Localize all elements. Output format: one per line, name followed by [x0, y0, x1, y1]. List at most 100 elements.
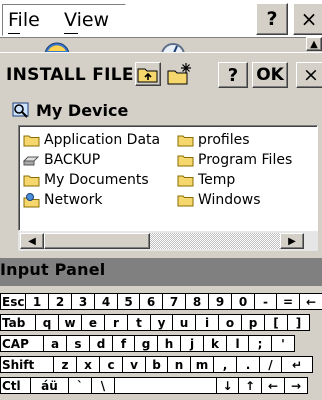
- key-tab[interactable]: Tab: [0, 314, 36, 331]
- key-cap[interactable]: CAP: [0, 335, 44, 352]
- key-j[interactable]: j: [180, 335, 204, 352]
- list-item[interactable]: Application Data: [23, 130, 160, 150]
- location-label: My Device: [36, 100, 129, 120]
- dialog-close-button[interactable]: ×: [296, 62, 322, 88]
- key-slash[interactable]: /: [259, 356, 282, 373]
- key-w[interactable]: w: [58, 314, 82, 331]
- new-folder-icon: [167, 63, 191, 85]
- scroll-left-button[interactable]: ◀: [20, 233, 44, 249]
- key-shift[interactable]: Shift: [0, 356, 54, 373]
- key-backslash[interactable]: \: [91, 377, 115, 394]
- key-lbracket[interactable]: [: [264, 314, 288, 331]
- key-7[interactable]: 7: [162, 293, 186, 310]
- key-esc[interactable]: Esc: [0, 293, 26, 310]
- folder-icon: [177, 195, 194, 206]
- key-minus[interactable]: -: [254, 293, 277, 310]
- clock-icon-partial[interactable]: [158, 38, 188, 52]
- key-l[interactable]: l: [226, 335, 249, 352]
- list-item[interactable]: Network: [23, 190, 102, 210]
- file-list: Application Data profiles BACKUP Program…: [18, 125, 318, 231]
- scroll-track[interactable]: [150, 233, 280, 249]
- key-4[interactable]: 4: [94, 293, 118, 310]
- key-i[interactable]: i: [195, 314, 219, 331]
- install-file-dialog: INSTALL FILE ? OK × My Device Applicatio…: [0, 52, 322, 256]
- key-9[interactable]: 9: [208, 293, 232, 310]
- key-5[interactable]: 5: [117, 293, 140, 310]
- key-s[interactable]: s: [66, 335, 90, 352]
- my-device-icon: [12, 102, 29, 118]
- list-item[interactable]: BACKUP: [23, 150, 100, 170]
- scroll-right-button[interactable]: ▶: [280, 233, 304, 249]
- key-3[interactable]: 3: [71, 293, 95, 310]
- key-n[interactable]: n: [167, 356, 191, 373]
- key-period[interactable]: .: [236, 356, 260, 373]
- key-down[interactable]: ↓: [216, 377, 239, 394]
- top-close-button[interactable]: ×: [293, 3, 322, 35]
- key-f[interactable]: f: [112, 335, 135, 352]
- up-folder-icon: [137, 68, 158, 83]
- key-semicolon[interactable]: ;: [248, 335, 272, 352]
- key-enter[interactable]: ↵: [281, 356, 313, 373]
- key-u[interactable]: u: [172, 314, 196, 331]
- key-o[interactable]: o: [218, 314, 242, 331]
- input-panel-header: Input Panel: [0, 258, 322, 286]
- dialog-help-button[interactable]: ?: [218, 62, 248, 88]
- key-r[interactable]: r: [104, 314, 128, 331]
- key-backspace[interactable]: ←: [299, 293, 322, 310]
- key-rbracket[interactable]: ]: [287, 314, 310, 331]
- menu-view[interactable]: View: [64, 6, 109, 34]
- file-label: profiles: [198, 132, 250, 148]
- key-accents[interactable]: áü: [30, 377, 69, 394]
- menu-file-accelerator-underline: [8, 33, 20, 34]
- key-2[interactable]: 2: [48, 293, 72, 310]
- key-b[interactable]: b: [145, 356, 168, 373]
- key-comma[interactable]: ,: [213, 356, 237, 373]
- location-breadcrumb[interactable]: My Device: [12, 99, 128, 121]
- key-0[interactable]: 0: [231, 293, 255, 310]
- key-q[interactable]: q: [35, 314, 59, 331]
- scroll-thumb[interactable]: [44, 233, 150, 249]
- key-m[interactable]: m: [190, 356, 214, 373]
- up-folder-button[interactable]: [135, 62, 161, 86]
- ok-button[interactable]: OK: [252, 62, 288, 88]
- key-backspace[interactable]: ←: [261, 377, 285, 394]
- key-x[interactable]: x: [76, 356, 100, 373]
- file-label: Temp: [198, 172, 236, 188]
- scroll-up-button[interactable]: ▲: [306, 37, 322, 51]
- dialog-title: INSTALL FILE: [6, 65, 134, 85]
- app-icon-partial[interactable]: [42, 38, 72, 52]
- key-a[interactable]: a: [43, 335, 67, 352]
- key-v[interactable]: v: [122, 356, 146, 373]
- key-e[interactable]: e: [81, 314, 105, 331]
- key-ctl[interactable]: Ctl: [0, 377, 31, 394]
- key-y[interactable]: y: [150, 314, 173, 331]
- list-item[interactable]: profiles: [177, 130, 250, 150]
- key-t[interactable]: t: [127, 314, 151, 331]
- list-item[interactable]: Temp: [177, 170, 235, 190]
- key-6[interactable]: 6: [139, 293, 163, 310]
- key-up[interactable]: ↑: [238, 377, 262, 394]
- key-p[interactable]: p: [241, 314, 265, 331]
- key-g[interactable]: g: [134, 335, 158, 352]
- menu-view-accelerator-underline: [64, 33, 78, 34]
- top-help-button[interactable]: ?: [256, 3, 288, 35]
- key-z[interactable]: z: [53, 356, 77, 373]
- key-c[interactable]: c: [99, 356, 123, 373]
- key-1[interactable]: 1: [25, 293, 49, 310]
- new-folder-button[interactable]: [166, 61, 194, 87]
- key-space[interactable]: [114, 377, 217, 394]
- key-quote[interactable]: ': [271, 335, 295, 352]
- key-h[interactable]: h: [157, 335, 181, 352]
- key-right[interactable]: →: [284, 377, 308, 394]
- input-panel-title: Input Panel: [0, 260, 106, 279]
- list-item[interactable]: Program Files: [177, 150, 292, 170]
- key-d[interactable]: d: [89, 335, 113, 352]
- menu-file[interactable]: File: [8, 6, 40, 34]
- list-item[interactable]: Windows: [177, 190, 261, 210]
- key-8[interactable]: 8: [185, 293, 209, 310]
- horizontal-scrollbar[interactable]: ◀ ▶: [18, 231, 318, 251]
- key-equals[interactable]: =: [276, 293, 300, 310]
- key-k[interactable]: k: [203, 335, 227, 352]
- key-backtick[interactable]: `: [68, 377, 92, 394]
- list-item[interactable]: My Documents: [23, 170, 149, 190]
